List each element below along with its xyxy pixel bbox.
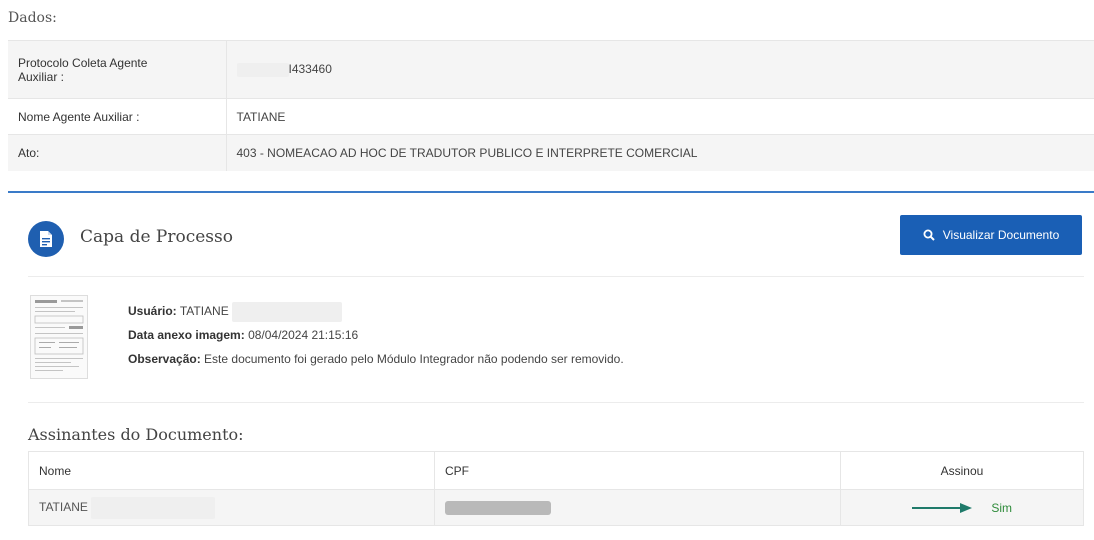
signed-status: Sim bbox=[991, 500, 1012, 515]
view-document-button[interactable]: Visualizar Documento bbox=[900, 215, 1082, 255]
observation-value: Este documento foi gerado pelo Módulo In… bbox=[204, 352, 624, 366]
document-thumbnail[interactable] bbox=[30, 295, 88, 379]
label-line: Protocolo Coleta Agente bbox=[18, 55, 148, 70]
document-panel: Capa de Processo Visualizar Documento Us… bbox=[8, 191, 1094, 540]
signer-name-cell: TATIANE bbox=[28, 489, 435, 526]
column-header-assinou: Assinou bbox=[840, 451, 1084, 490]
redacted-block bbox=[445, 500, 551, 515]
user-value: TATIANE bbox=[179, 304, 229, 318]
table-row: TATIANE Sim bbox=[28, 489, 1084, 526]
field-label-nome: Nome Agente Auxiliar : bbox=[8, 98, 227, 135]
protocolo-value: I433460 bbox=[288, 62, 332, 77]
signers-title: Assinantes do Documento: bbox=[28, 425, 244, 444]
observation-label: Observação: bbox=[128, 352, 201, 366]
attachment-item: Usuário: TATIANE Data anexo imagem: 08/0… bbox=[28, 291, 1084, 403]
field-value-ato: 403 - NOMEACAO AD HOC DE TRADUTOR PUBLIC… bbox=[226, 134, 1094, 171]
search-icon bbox=[923, 229, 935, 241]
table-row: Nome Agente Auxiliar : TATIANE bbox=[8, 98, 1094, 135]
panel-title: Capa de Processo bbox=[80, 227, 233, 247]
column-header-cpf: CPF bbox=[434, 451, 841, 490]
redacted-block bbox=[236, 62, 289, 77]
view-document-label: Visualizar Documento bbox=[942, 228, 1060, 242]
user-label: Usuário: bbox=[128, 304, 177, 318]
field-label-protocolo: Protocolo Coleta Agente Auxiliar : bbox=[8, 40, 227, 99]
table-header-row: Nome CPF Assinou bbox=[28, 451, 1084, 490]
field-value-protocolo: I433460 bbox=[226, 40, 1094, 99]
signer-cpf-cell bbox=[434, 489, 841, 526]
field-label-ato: Ato: bbox=[8, 134, 227, 171]
table-row: Ato: 403 - NOMEACAO AD HOC DE TRADUTOR P… bbox=[8, 134, 1094, 171]
date-value: 08/04/2024 21:15:16 bbox=[248, 328, 359, 342]
column-header-nome: Nome bbox=[28, 451, 435, 490]
redacted-block bbox=[232, 301, 343, 322]
arrow-right-icon bbox=[911, 503, 972, 514]
info-user: Usuário: TATIANE bbox=[128, 299, 624, 323]
info-observation: Observação: Este documento foi gerado pe… bbox=[128, 347, 624, 371]
document-icon bbox=[28, 221, 64, 257]
signer-signed-cell: Sim bbox=[840, 489, 1084, 526]
info-date: Data anexo imagem: 08/04/2024 21:15:16 bbox=[128, 323, 624, 347]
signers-table: Nome CPF Assinou TATIANE Sim bbox=[28, 451, 1084, 526]
data-table: Protocolo Coleta Agente Auxiliar : I4334… bbox=[8, 40, 1094, 171]
redacted-block bbox=[91, 496, 216, 519]
table-row: Protocolo Coleta Agente Auxiliar : I4334… bbox=[8, 40, 1094, 99]
attachment-info: Usuário: TATIANE Data anexo imagem: 08/0… bbox=[128, 299, 624, 371]
section-title: Dados: bbox=[8, 10, 57, 26]
date-label: Data anexo imagem: bbox=[128, 328, 245, 342]
panel-header: Capa de Processo Visualizar Documento bbox=[28, 213, 1084, 277]
label-line: Auxiliar : bbox=[18, 69, 65, 84]
field-value-nome: TATIANE bbox=[226, 98, 1094, 135]
signer-name: TATIANE bbox=[39, 499, 88, 514]
